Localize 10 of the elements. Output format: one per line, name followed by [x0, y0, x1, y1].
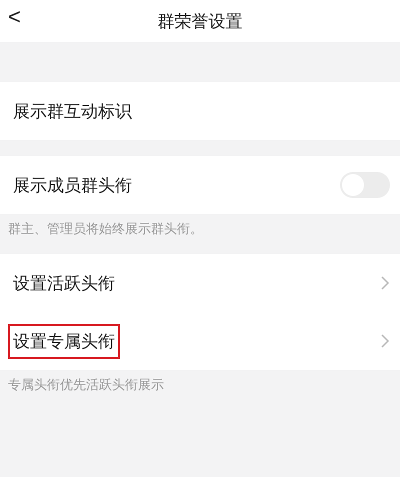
- chevron-icon: [380, 334, 390, 348]
- setting-label[interactable]: 展示群互动标识: [8, 94, 137, 128]
- page-title: 群荣誉设置: [158, 10, 242, 32]
- back-button[interactable]: <: [2, 4, 27, 30]
- hint-text: 群主、管理员将始终展示群头衔。: [7, 221, 204, 238]
- setting-label[interactable]: 设置专属头衔: [8, 324, 120, 358]
- setting-label[interactable]: 设置活跃头衔: [8, 266, 120, 300]
- setting-label[interactable]: 展示成员群头衔: [8, 168, 137, 202]
- chevron-icon: [380, 276, 390, 290]
- hint-text: 专属头衔优先活跃头衔展示: [7, 377, 165, 394]
